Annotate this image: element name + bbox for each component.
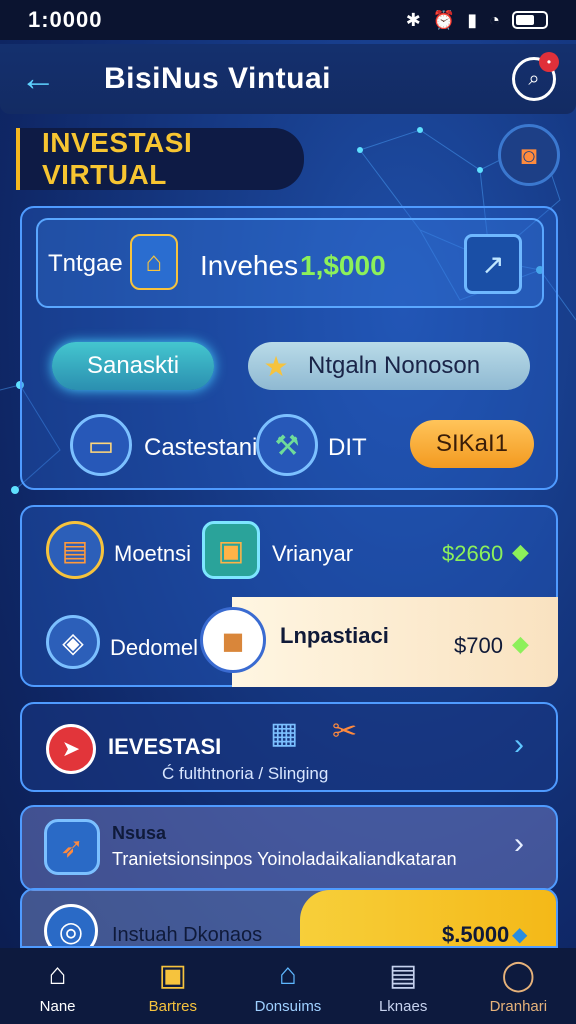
chart-trend-icon[interactable]: ↗ — [464, 234, 522, 294]
nav-donsuims-label: Donsuims — [254, 997, 322, 1015]
nav-bartres[interactable]: ▣ Bartres — [123, 958, 223, 1015]
investment-summary: Tntgae ⌂ Invehes 1,$000 ↗ — [36, 218, 544, 308]
invest-label: Invehes — [200, 250, 299, 281]
signal-icon: ▮ — [467, 9, 478, 30]
nav-bartres-label: Bartres — [148, 997, 197, 1015]
bluetooth-icon: ✱ — [405, 9, 421, 30]
nav-lknaes[interactable]: ▤ Lknaes — [353, 958, 453, 1015]
list-item-subtitle: Tranietsionsinpos Yoinoladaikaliandkatar… — [112, 849, 457, 869]
row2-right-label: Lnpastiaci — [280, 623, 389, 648]
wallet-icon: ▣ — [158, 958, 187, 992]
home-icon: ⌂ — [48, 957, 67, 991]
rocket-icon: ➶ — [44, 819, 100, 875]
star-icon: ★ — [263, 350, 289, 382]
ntgaln-label: Ntgaln Nonoson — [308, 352, 481, 379]
investment-card: Tntgae ⌂ Invehes 1,$000 ↗ Sanaskti ★ Ntg… — [20, 206, 558, 490]
nav-lknaes-label: Lknaes — [378, 997, 428, 1015]
laptop-chart-icon: ▭ — [70, 414, 132, 476]
search-icon: ⌕ — [528, 67, 540, 90]
nav-dranhari-label: Dranhari — [489, 997, 548, 1015]
summary-card: ▤ Moetnsi ▣ Vrianyar $2660 ◆ ◈ Dedomel ◼… — [20, 505, 558, 687]
app-header: ← BisiNus Vintuai ⌕ • — [0, 44, 576, 114]
house-icon: ⌂ — [130, 234, 178, 290]
search-button[interactable]: ⌕ • — [512, 52, 559, 101]
tools-icon: ✂ — [332, 715, 358, 748]
action-button-label: SIKaI1 — [435, 430, 509, 457]
sanaskti-button[interactable]: Sanaskti — [52, 342, 214, 390]
send-icon: ➤ — [46, 724, 96, 774]
back-arrow-icon[interactable]: ← — [20, 59, 60, 99]
battery-icon — [512, 11, 548, 29]
chevron-right-icon[interactable]: › — [514, 827, 524, 861]
status-icons: ✱ ⏰ ▮ ◔ — [406, 10, 548, 31]
list-item[interactable]: ➤ IEVESTASI ▦ ✂ Ć fulthtnoria / Slinging… — [20, 702, 558, 792]
action-button[interactable]: SIKaI1 — [410, 420, 534, 468]
row1-value: $2660 — [442, 541, 504, 566]
list-item-value: $.5000 — [442, 922, 510, 947]
chevron-right-icon[interactable]: › — [514, 728, 524, 762]
shield-icon: ◈ — [46, 615, 100, 669]
money-icon: ▣ — [202, 521, 260, 579]
row1-right-label: Vrianyar — [272, 541, 354, 566]
nav-donsuims[interactable]: ⌂ Donsuims — [238, 958, 338, 1015]
status-time: 1:0000 — [28, 7, 103, 32]
sanaskti-label: Sanaskti — [86, 352, 180, 379]
nav-home[interactable]: ⌂ Nane — [8, 958, 108, 1015]
dit-label: DIT — [328, 434, 367, 461]
document-icon: ▤ — [388, 958, 418, 992]
user-icon: ◯ — [501, 958, 536, 992]
house-outline-icon: ⌂ — [278, 957, 298, 991]
status-bar: 1:0000 ✱ ⏰ ▮ ◔ — [0, 0, 576, 40]
banner-title: INVESTASI VIRTUAL — [42, 127, 193, 190]
camera-button[interactable]: ◙ — [498, 124, 560, 186]
list-item-title: Instuah Dkonaos — [112, 924, 263, 946]
device-icon: ▦ — [270, 717, 299, 750]
row2-left-label: Dedomel — [110, 635, 199, 660]
investment-label: Tntgae — [48, 250, 123, 277]
list-item-subtitle: Ć fulthtnoria / Slinging — [162, 764, 329, 783]
invest-amount: 1,$000 — [300, 250, 386, 281]
nav-home-label: Nane — [39, 997, 76, 1015]
section-banner: INVESTASI VIRTUAL — [16, 127, 304, 190]
wifi-icon: ◔ — [489, 9, 500, 30]
list-item-title: IEVESTASI — [108, 734, 222, 759]
diamond-icon: ◆ — [512, 631, 529, 656]
ntgaln-button[interactable]: ★ Ntgaln Nonoson — [248, 342, 530, 390]
row1-left-label: Moetnsi — [114, 541, 192, 566]
wallet-icon: ▤ — [46, 521, 104, 579]
diamond-icon: ◆ — [512, 539, 529, 564]
nav-dranhari[interactable]: ◯ Dranhari — [468, 958, 568, 1015]
list-item[interactable]: ◎ Instuah Dkonaos $.5000 ◆ — [20, 888, 558, 948]
row2-value: $700 — [454, 633, 503, 658]
castestani-label: Castestani — [144, 434, 258, 461]
diamond-icon: ◆ — [512, 924, 528, 946]
notification-badge: • — [539, 52, 559, 72]
camera-icon: ◙ — [521, 139, 537, 170]
tools-icon: ⚒ — [256, 414, 318, 476]
bottom-nav: ⌂ Nane ▣ Bartres ⌂ Donsuims ▤ Lknaes ◯ D… — [0, 948, 576, 1024]
list-item[interactable]: ➶ Nsusa Tranietsionsinpos Yoinoladaikali… — [20, 805, 558, 891]
page-title: BisiNus Vintuai — [104, 62, 331, 95]
compass-icon: ◎ — [44, 904, 98, 946]
list-item-title: Nsusa — [112, 823, 167, 843]
alarm-icon: ⏰ — [432, 9, 456, 30]
safe-icon: ◼ — [200, 607, 266, 673]
